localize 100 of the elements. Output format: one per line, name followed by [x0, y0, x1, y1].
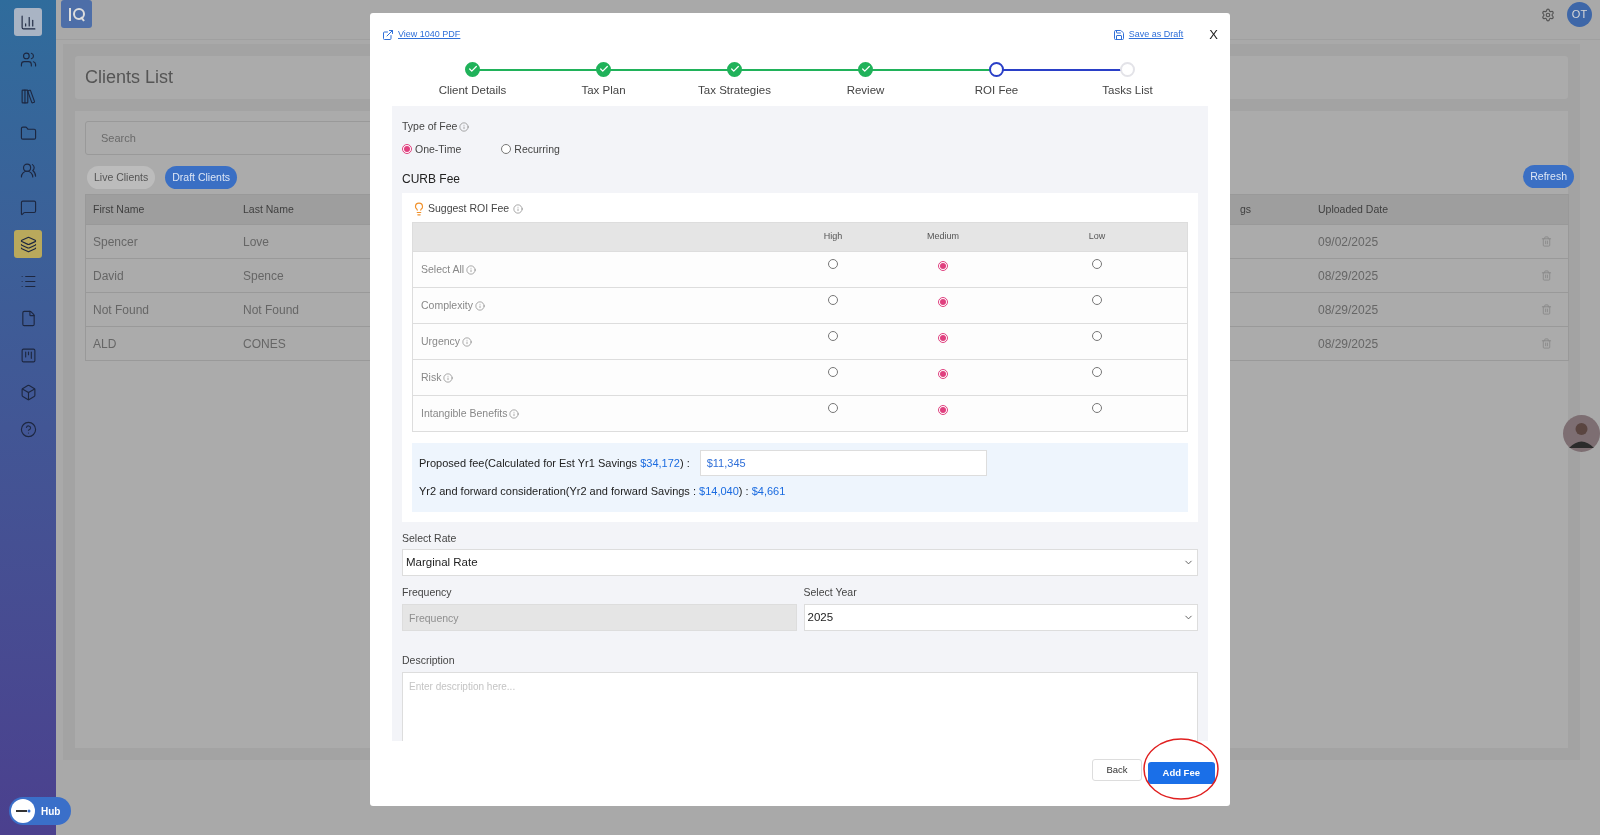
table-cell-text: Spencer: [93, 233, 138, 251]
table-cell-text: Love: [243, 233, 270, 251]
logo-icon: [11, 799, 35, 823]
column-header: First Name: [93, 201, 145, 217]
table-cell-text: 08/29/2025: [1318, 301, 1379, 319]
radio-button[interactable]: [938, 332, 948, 343]
table-cell-text: 09/02/2025: [1318, 233, 1379, 251]
table-cell-text: Spence: [243, 267, 284, 285]
step-label: Tasks List: [1102, 82, 1153, 98]
radio-label: One-Time: [415, 141, 462, 157]
radio-button[interactable]: [1092, 366, 1102, 377]
info-icon: [459, 121, 470, 132]
radio-button[interactable]: [1092, 330, 1102, 341]
view-pdf-link[interactable]: View 1040 PDF: [382, 28, 461, 42]
table-cell-text: Not Found: [93, 301, 150, 319]
hub-button[interactable]: Hub: [9, 797, 71, 825]
table-cell-text: CONES: [243, 335, 286, 353]
page-title: Clients List: [85, 66, 174, 89]
step-label: Tax Plan: [581, 82, 626, 98]
save-icon: [1112, 28, 1125, 41]
criterion-label: Select All: [421, 261, 465, 277]
external-link-icon: [382, 28, 394, 41]
column-header: Uploaded Date: [1318, 201, 1389, 217]
radio-button[interactable]: [1092, 258, 1102, 269]
table-cell-text: David: [93, 267, 124, 285]
assistant-avatar[interactable]: [1563, 415, 1600, 452]
field-label: Select Year: [803, 585, 858, 601]
column-header: Low: [1088, 230, 1106, 244]
info-icon: [466, 264, 477, 275]
filter-tab[interactable]: Draft Clients: [165, 166, 238, 189]
field-label: Description: [402, 653, 456, 668]
criterion-label: Intangible Benefits: [421, 405, 508, 421]
radio-button[interactable]: [828, 294, 838, 305]
layers-icon: [19, 235, 37, 253]
column-header: gs: [1240, 201, 1252, 217]
table-cell-text: Not Found: [243, 301, 300, 319]
radio-button[interactable]: [1092, 402, 1102, 413]
radio-button[interactable]: [402, 144, 412, 155]
file-icon: [19, 309, 37, 327]
radio-button[interactable]: [828, 330, 838, 341]
yr2-consideration-text: Yr2 and forward consideration(Yr2 and forward Savings : $14,040) : $4,661: [419, 484, 787, 499]
team-icon: [19, 161, 37, 179]
radio-button[interactable]: [828, 366, 838, 377]
step-label: Review: [846, 82, 885, 98]
step-label: Client Details: [438, 82, 507, 98]
step-label: ROI Fee: [974, 82, 1019, 98]
step-label: Tax Strategies: [698, 82, 771, 98]
radio-button[interactable]: [938, 260, 948, 271]
radio-label: Recurring: [514, 141, 560, 157]
cube-icon: [19, 383, 37, 401]
field-label: Frequency: [402, 585, 453, 601]
radio-button[interactable]: [938, 404, 948, 415]
proposed-fee-label: Proposed fee(Calculated for Est Yr1 Savings $34,172) :: [419, 455, 690, 471]
radio-button[interactable]: [501, 144, 512, 155]
close-button[interactable]: X: [1209, 25, 1218, 45]
year-select[interactable]: 2025: [803, 604, 1198, 631]
info-icon: [474, 300, 485, 311]
field-label: Type of Fee: [402, 118, 458, 134]
sidebar-item[interactable]: [14, 230, 42, 258]
criterion-label: Urgency: [421, 333, 461, 349]
table-cell-text: ALD: [93, 335, 117, 353]
help-icon: [19, 420, 37, 438]
back-button[interactable]: Back: [1092, 758, 1142, 781]
column-header: High: [823, 230, 843, 244]
users-icon: [19, 50, 37, 68]
card-title: Suggest ROI Fee: [428, 201, 510, 217]
refresh-button[interactable]: Refresh: [1523, 165, 1574, 188]
logo-icon: [61, 0, 92, 28]
section-title: CURB Fee: [402, 171, 461, 189]
filter-tab[interactable]: Live Clients: [87, 166, 156, 189]
settings-icon[interactable]: [1541, 7, 1555, 22]
table-cell-text: 08/29/2025: [1318, 267, 1379, 285]
column-header: Medium: [927, 230, 959, 244]
radio-button[interactable]: [828, 402, 838, 413]
fee-input[interactable]: $11,345: [699, 450, 987, 476]
chart-icon: [19, 13, 37, 31]
board-icon: [19, 346, 37, 364]
column-header: Last Name: [243, 201, 294, 217]
description-field[interactable]: Enter description here...: [402, 671, 1198, 741]
info-icon: [462, 336, 473, 347]
chat-icon: [19, 198, 37, 216]
info-icon: [509, 408, 520, 419]
criterion-label: Complexity: [421, 297, 473, 313]
save-draft-link[interactable]: Save as Draft: [1112, 28, 1184, 42]
radio-button[interactable]: [1092, 294, 1102, 305]
criterion-label: Risk: [421, 369, 442, 385]
user-avatar[interactable]: OT: [1567, 2, 1592, 27]
table-cell-text: 08/29/2025: [1318, 335, 1379, 353]
lightbulb-icon: [412, 202, 426, 217]
books-icon: [19, 87, 37, 105]
radio-button[interactable]: [828, 258, 838, 269]
radio-button[interactable]: [938, 296, 948, 307]
add-fee-button[interactable]: Add Fee: [1147, 761, 1215, 784]
radio-button[interactable]: [938, 368, 948, 379]
field-label: Select Rate: [402, 530, 458, 546]
rate-select[interactable]: Marginal Rate: [402, 549, 1198, 577]
info-icon: [443, 372, 454, 383]
info-icon: [513, 204, 524, 215]
folder-icon: [19, 124, 37, 142]
sidebar-item[interactable]: [14, 8, 42, 36]
